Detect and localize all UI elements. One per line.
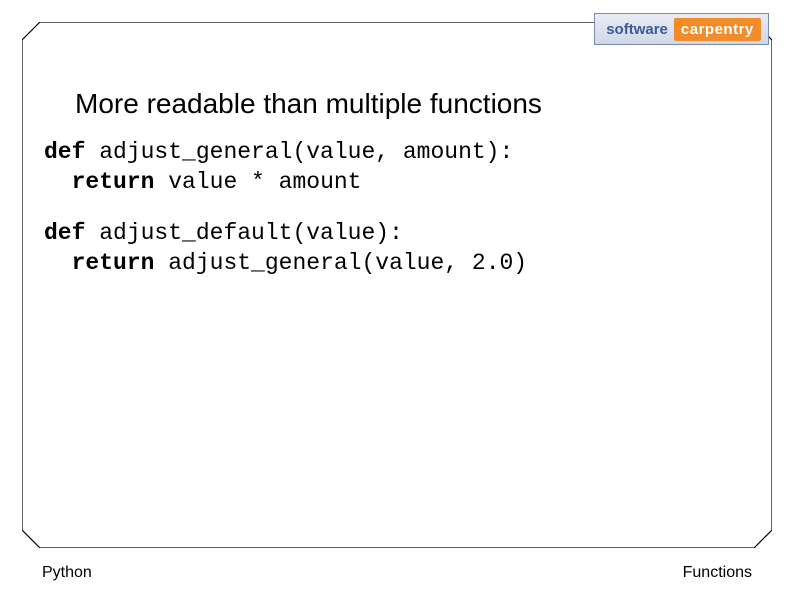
code-line: return value * amount [44, 168, 513, 198]
logo-text-left: software [602, 19, 674, 40]
slide-title: More readable than multiple functions [75, 88, 542, 120]
keyword-def: def [44, 220, 85, 246]
code-text: adjust_general(value, 2.0) [154, 250, 527, 276]
code-block-general: def adjust_general(value, amount): retur… [44, 138, 513, 198]
code-line: return adjust_general(value, 2.0) [44, 249, 527, 279]
footer-right: Functions [683, 564, 752, 582]
code-block-default: def adjust_default(value): return adjust… [44, 219, 527, 279]
footer-left: Python [42, 564, 92, 582]
code-text: adjust_general(value, amount): [85, 139, 513, 165]
keyword-def: def [44, 139, 85, 165]
keyword-return: return [72, 250, 155, 276]
code-text: adjust_default(value): [85, 220, 402, 246]
code-line: def adjust_general(value, amount): [44, 138, 513, 168]
brand-logo: software carpentry [594, 13, 769, 45]
keyword-return: return [72, 169, 155, 195]
logo-text-right: carpentry [674, 18, 761, 41]
code-indent [44, 250, 72, 276]
code-text: value * amount [154, 169, 361, 195]
code-line: def adjust_default(value): [44, 219, 527, 249]
code-indent [44, 169, 72, 195]
